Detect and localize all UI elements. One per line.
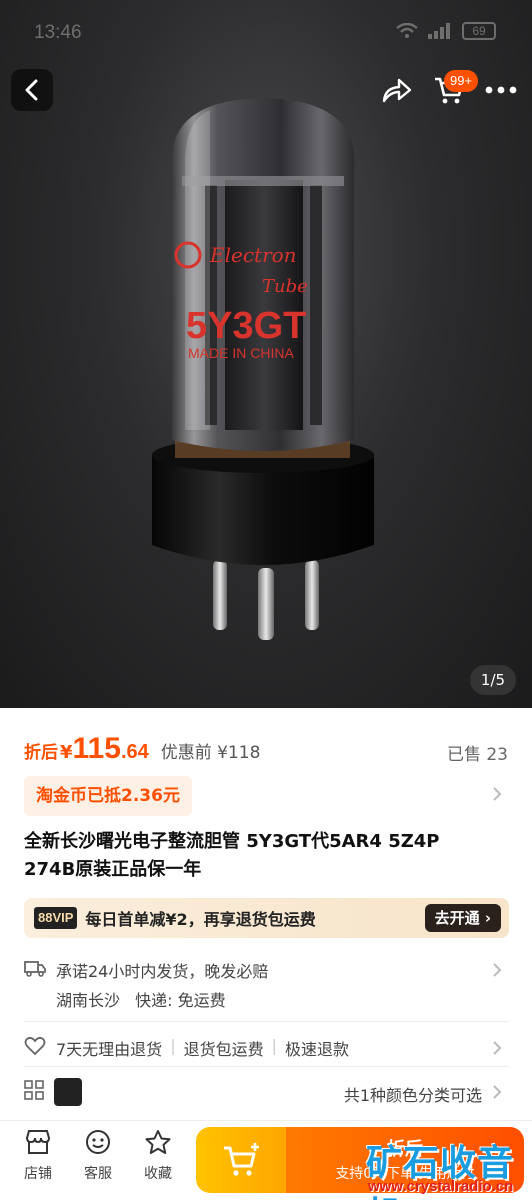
grid-icon [24, 1080, 44, 1100]
bottom-action-bar: 店铺 客服 收藏 折后 支持0元下单 先用后付 [0, 1120, 532, 1200]
status-bar: 13:46 69 [0, 0, 532, 64]
vip-logo: 88VIP [34, 907, 78, 929]
store-tab-label: 店铺 [24, 1166, 52, 1182]
customer-service-label: 客服 [84, 1166, 112, 1182]
more-dots-icon [485, 86, 517, 94]
shipping-method: 快递: 免运费 [135, 991, 226, 1010]
more-button[interactable] [480, 69, 522, 111]
chevron-right-icon[interactable] [492, 962, 502, 978]
buy-now-label: 折后 [387, 1139, 423, 1160]
share-button[interactable] [376, 69, 418, 111]
service-guarantees[interactable]: 7天无理由退货 | 退货包运费 | 极速退款 [56, 1036, 349, 1060]
wifi-icon [396, 23, 418, 38]
sku-options-text[interactable]: 共1种颜色分类可选 [344, 1082, 482, 1106]
product-image-gallery[interactable]: Electron Tube 5Y3GT MADE IN CHINA 13:46 … [0, 0, 532, 708]
shipping-origin: 湖南长沙 [56, 991, 121, 1010]
svg-text:Tube: Tube [262, 276, 308, 297]
svg-text:Electron: Electron [209, 243, 297, 267]
store-tab[interactable]: 店铺 [10, 1129, 66, 1183]
service-item: 退货包运费 [183, 1040, 264, 1059]
cart-plus-icon [224, 1143, 259, 1176]
battery-icon: 69 [462, 22, 496, 40]
svg-text:MADE IN CHINA: MADE IN CHINA [188, 345, 294, 361]
price-integer: 115 [72, 732, 121, 765]
store-icon [25, 1130, 51, 1154]
svg-text:5Y3GT: 5Y3GT [186, 305, 306, 347]
divider [24, 1066, 509, 1067]
truck-icon [24, 961, 46, 977]
divider [24, 1021, 509, 1022]
status-time: 13:46 [34, 22, 82, 43]
buy-now-subtext: 支持0元下单 先用后付 [335, 1166, 475, 1182]
sold-count: 已售 23 [446, 745, 508, 765]
price-row: 折后 ¥ 115 .64 优惠前 ¥118 [24, 732, 260, 766]
product-info-card: 折后 ¥ 115 .64 优惠前 ¥118 已售 23 淘金币已抵2.36元 全… [0, 708, 532, 1120]
favorite-label: 收藏 [144, 1166, 172, 1182]
coin-discount-tag[interactable]: 淘金币已抵2.36元 [24, 776, 192, 816]
service-item: 7天无理由退货 [56, 1040, 163, 1059]
original-price: 优惠前 ¥118 [160, 743, 261, 763]
status-icons: 69 [396, 22, 496, 40]
service-face-icon [86, 1130, 110, 1154]
price-prefix: 折后 [24, 743, 58, 763]
price-decimal: .64 [120, 741, 149, 763]
heart-shield-icon [24, 1036, 46, 1056]
chevron-right-icon[interactable] [492, 1084, 502, 1100]
chevron-right-icon[interactable] [492, 786, 502, 802]
star-icon [145, 1130, 171, 1154]
buy-now-button[interactable]: 折后 支持0元下单 先用后付 [286, 1127, 524, 1193]
image-counter: 1/5 [470, 665, 516, 695]
shipping-promise[interactable]: 承诺24小时内发货，晚发必赔 [56, 958, 268, 982]
signal-icon [428, 23, 450, 39]
chevron-left-icon [25, 79, 38, 101]
vip-promo-bar[interactable]: 88VIP 每日首单减¥2，再享退货包运费 去开通 › [24, 898, 509, 938]
chevron-right-icon[interactable] [492, 1040, 502, 1056]
price-currency: ¥ [60, 742, 73, 763]
customer-service-tab[interactable]: 客服 [70, 1129, 126, 1183]
shipping-details: 湖南长沙 快递: 免运费 [56, 987, 236, 1011]
product-title: 全新长沙曙光电子整流胆管 5Y3GT代5AR4 5Z4P 274B原装正品保一年 [24, 831, 440, 880]
service-item: 极速退款 [284, 1040, 349, 1059]
vip-promo-text: 每日首单减¥2，再享退货包运费 [85, 910, 316, 929]
sku-thumbnail[interactable] [54, 1078, 82, 1106]
cart-count-badge: 99+ [444, 70, 479, 92]
vip-open-button[interactable]: 去开通 › [424, 904, 501, 932]
share-icon [382, 78, 412, 103]
favorite-tab[interactable]: 收藏 [130, 1129, 186, 1183]
add-to-cart-button[interactable] [196, 1127, 286, 1193]
back-button[interactable] [11, 69, 53, 111]
